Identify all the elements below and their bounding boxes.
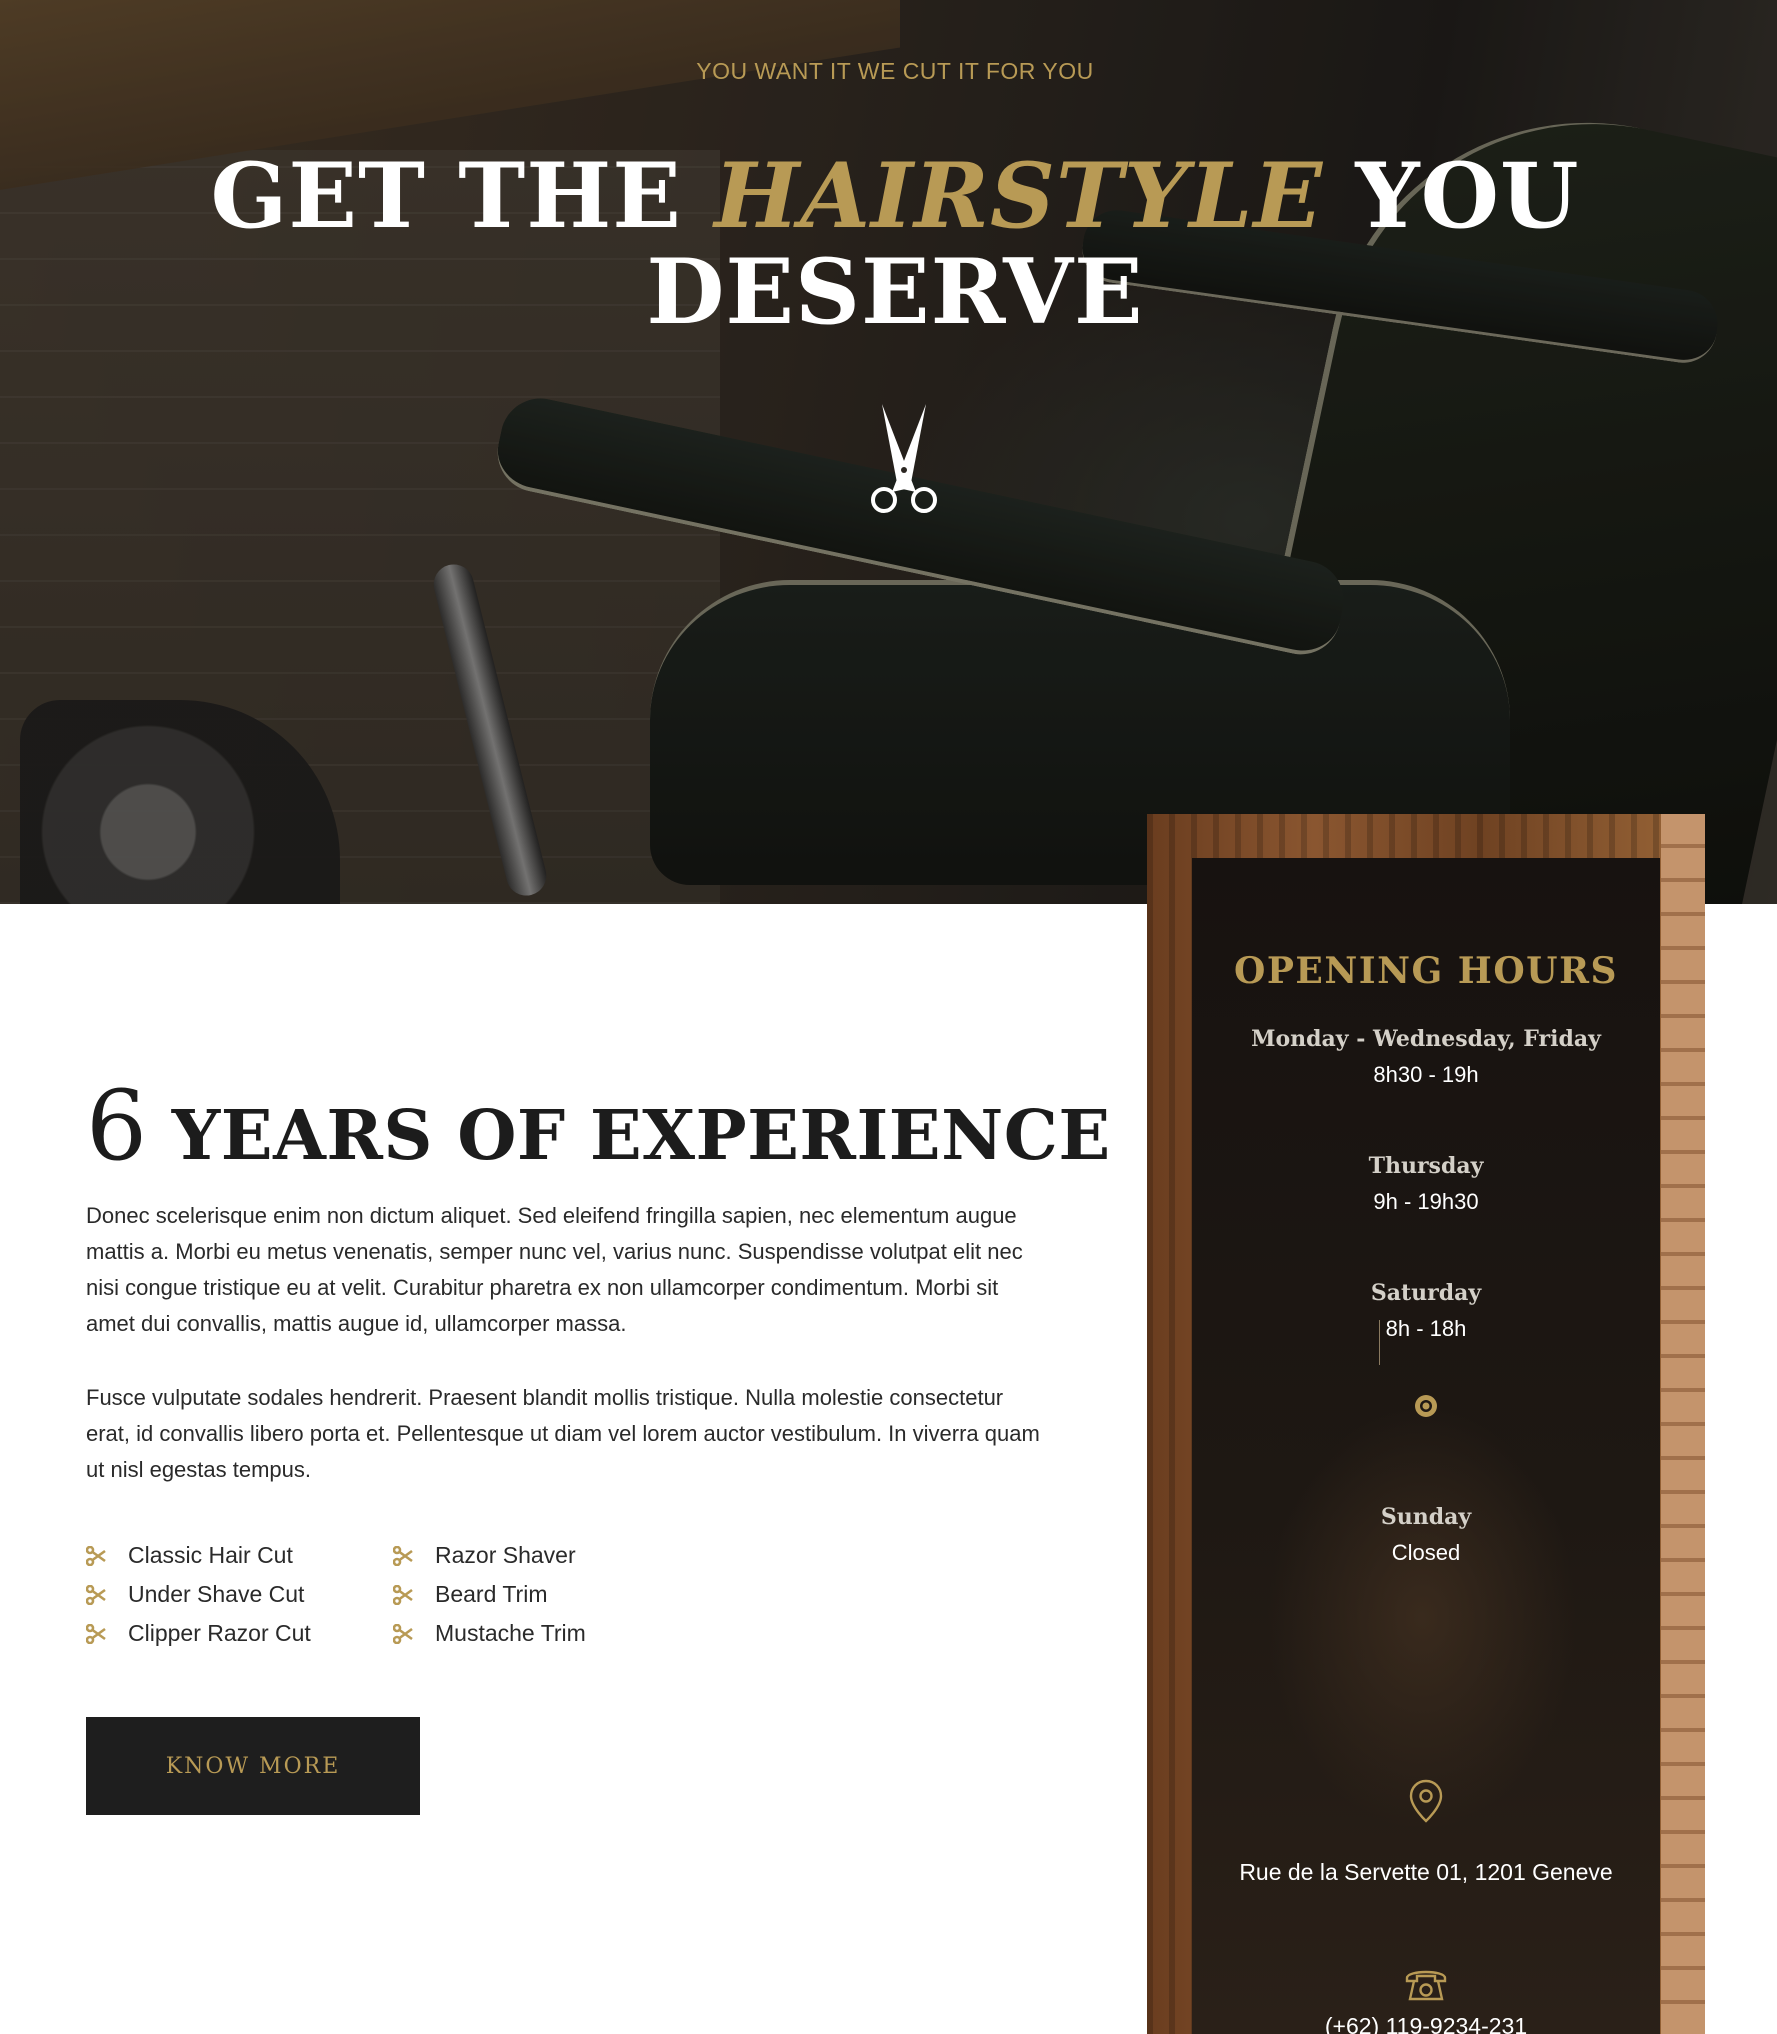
about-paragraph-1: Donec scelerisque enim non dictum alique…	[86, 1203, 1023, 1336]
experience-title: 6 YEARS OF EXPERIENCE	[86, 1070, 1111, 1182]
hours-day: Sunday	[1380, 1504, 1472, 1530]
hero-banner: YOU WANT IT WE CUT IT FOR YOU GET THE HA…	[0, 0, 1777, 904]
experience-years-number: 6	[86, 1070, 148, 1182]
hours-slot: Monday - Wednesday, Friday 8h30 - 19h	[1192, 1022, 1660, 1094]
hours-day: Thursday	[1368, 1153, 1484, 1179]
scissors-icon	[86, 1545, 106, 1566]
hours-slot: Thursday 9h - 19h30	[1192, 1149, 1660, 1221]
list-item: Under Shave Cut	[86, 1579, 393, 1610]
service-label: Razor Shaver	[435, 1542, 576, 1568]
about-paragraph-2: Fusce vulputate sodales hendrerit. Praes…	[86, 1385, 1040, 1482]
hours-time: 8h30 - 19h	[1373, 1062, 1479, 1087]
service-label: Classic Hair Cut	[128, 1542, 293, 1568]
hours-day: Saturday	[1370, 1280, 1482, 1306]
list-item: Classic Hair Cut	[86, 1540, 393, 1571]
experience-title-text: YEARS OF EXPERIENCE	[171, 1096, 1111, 1176]
opening-hours-panel: OPENING HOURS Monday - Wednesday, Friday…	[1192, 858, 1660, 2034]
list-item: Clipper Razor Cut	[86, 1618, 393, 1649]
hero-tagline: YOU WANT IT WE CUT IT FOR YOU	[696, 58, 1094, 84]
know-more-button[interactable]: KNOW MORE	[86, 1717, 420, 1815]
hours-time: Closed	[1391, 1540, 1461, 1565]
scissors-icon	[86, 1584, 106, 1605]
headline-line2: DESERVE	[646, 239, 1144, 345]
opening-hours-card: OPENING HOURS Monday - Wednesday, Friday…	[1147, 814, 1705, 2034]
list-item: Mustache Trim	[393, 1618, 653, 1649]
service-label: Under Shave Cut	[128, 1581, 305, 1607]
headline-part2: YOU	[1323, 143, 1580, 249]
scissors-icon	[871, 404, 937, 513]
list-item: Beard Trim	[393, 1579, 653, 1610]
scissors-icon	[393, 1623, 413, 1644]
hours-slot: Saturday 8h - 18h	[1192, 1276, 1660, 1348]
service-label: Mustache Trim	[435, 1620, 586, 1646]
service-label: Beard Trim	[435, 1581, 548, 1607]
scissors-icon	[86, 1623, 106, 1644]
list-item: Razor Shaver	[393, 1540, 653, 1571]
headline-part1: GET THE	[210, 143, 715, 249]
opening-hours-title: OPENING HOURS	[1234, 950, 1618, 992]
location-pin-icon	[1409, 1779, 1443, 1823]
headline-accent: HAIRSTYLE	[714, 143, 1324, 249]
brick-wall-background	[1661, 814, 1705, 2034]
timeline-dot-icon	[1415, 1395, 1437, 1417]
services-list: Classic Hair Cut Razor Shaver Under Shav…	[86, 1540, 653, 1649]
address-text: Rue de la Servette 01, 1201 Geneve	[1239, 1859, 1613, 1885]
hours-time: 9h - 19h30	[1373, 1189, 1479, 1214]
hours-time: 8h - 18h	[1385, 1316, 1467, 1341]
hours-slot: Sunday Closed	[1192, 1500, 1660, 1572]
service-label: Clipper Razor Cut	[128, 1620, 311, 1646]
hours-day: Monday - Wednesday, Friday	[1251, 1026, 1601, 1052]
scissors-icon	[393, 1545, 413, 1566]
scissors-icon	[393, 1584, 413, 1605]
timeline-line	[1379, 1320, 1380, 1365]
hero-headline: GET THE HAIRSTYLE YOU DESERVE	[0, 148, 1777, 340]
phone-icon	[1405, 1970, 1447, 2001]
phone-text: (+62) 119-9234-231	[1324, 2013, 1528, 2034]
